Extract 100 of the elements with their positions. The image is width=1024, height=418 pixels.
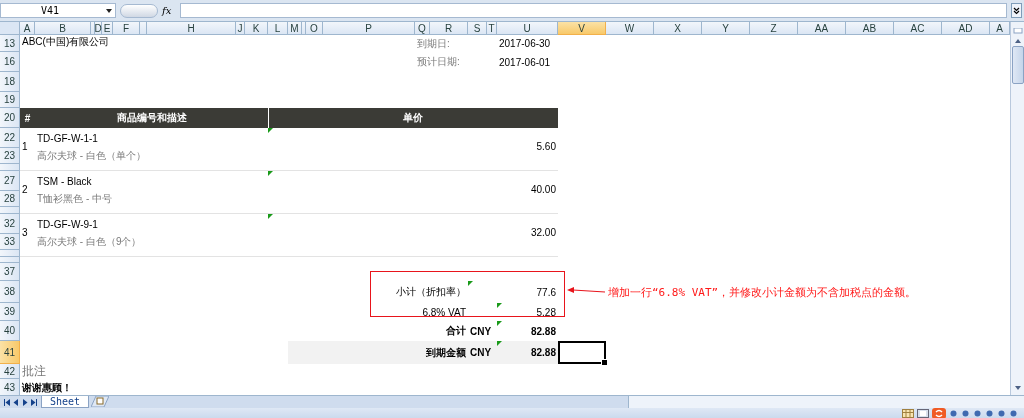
total-label: 合计 xyxy=(445,324,467,338)
row-header[interactable] xyxy=(0,207,20,214)
scroll-thumb[interactable] xyxy=(1011,46,1024,84)
column-header[interactable] xyxy=(302,22,306,35)
column-header[interactable]: AD xyxy=(942,22,990,35)
column-header[interactable]: L xyxy=(268,22,288,35)
total-value: 5.28 xyxy=(535,305,557,320)
column-header[interactable]: AB xyxy=(846,22,894,35)
item-number: 1 xyxy=(21,139,29,154)
row-header[interactable]: 19 xyxy=(0,92,20,108)
column-header[interactable]: K xyxy=(245,22,268,35)
item-code: TD-GF-W-1-1 xyxy=(36,131,99,146)
vertical-scrollbar[interactable] xyxy=(1010,22,1024,395)
notes-text: 谢谢惠顾！ xyxy=(21,380,73,395)
cell-marker-icon xyxy=(468,281,473,286)
column-header[interactable] xyxy=(140,22,147,35)
item-code: TD-GF-W-9-1 xyxy=(36,217,99,232)
item-number: 3 xyxy=(21,225,29,240)
item-code: TSM - Black xyxy=(36,174,93,189)
column-header[interactable]: Q xyxy=(415,22,430,35)
selected-cell[interactable] xyxy=(558,341,606,364)
annotation-text: 增加一行“6.8% VAT”，并修改小计金额为不含加税点的金额。 xyxy=(607,284,918,301)
column-header[interactable] xyxy=(91,22,95,35)
column-header[interactable]: U xyxy=(497,22,558,35)
column-header[interactable]: F xyxy=(113,22,140,35)
column-header[interactable]: E xyxy=(102,22,113,35)
collapse-handle[interactable] xyxy=(120,3,158,18)
dropdown-icon xyxy=(106,8,112,13)
column-header[interactable]: W xyxy=(606,22,654,35)
cell-marker-icon xyxy=(268,214,273,219)
column-header[interactable]: O xyxy=(306,22,323,35)
column-header[interactable]: AA xyxy=(798,22,846,35)
row-header[interactable]: 23 xyxy=(0,148,20,164)
row-header[interactable]: 41 xyxy=(0,341,20,364)
item-price: 5.60 xyxy=(535,139,557,154)
column-title: 单价 xyxy=(402,111,424,125)
name-box[interactable]: V41 xyxy=(0,3,116,18)
column-header[interactable]: V xyxy=(558,22,606,35)
column-header[interactable]: Z xyxy=(750,22,798,35)
item-description: 高尔夫球 - 白色（单个） xyxy=(36,149,147,163)
cell-marker-icon xyxy=(497,321,502,326)
row-header[interactable]: 37 xyxy=(0,263,20,281)
insert-sheet-icon[interactable] xyxy=(91,396,110,407)
sheet-nav-icon[interactable] xyxy=(4,398,10,406)
row-header[interactable] xyxy=(0,257,20,263)
scroll-down-icon[interactable] xyxy=(1013,385,1022,391)
cell-marker-icon xyxy=(497,341,502,346)
column-header[interactable]: A xyxy=(20,22,35,35)
expand-button[interactable] xyxy=(1011,3,1022,18)
notes-title: 批注 xyxy=(21,364,47,379)
insert-function-button[interactable]: fx xyxy=(162,5,176,16)
row-header[interactable]: 18 xyxy=(0,72,20,92)
sheet-nav-icon[interactable] xyxy=(31,398,37,406)
row-header[interactable]: 13 xyxy=(0,35,20,52)
column-header[interactable]: R xyxy=(430,22,468,35)
column-header[interactable]: Y xyxy=(702,22,750,35)
row-header[interactable] xyxy=(0,250,20,257)
formula-field[interactable] xyxy=(180,3,1007,18)
total-value: 77.6 xyxy=(535,285,557,300)
row-header[interactable]: 32 xyxy=(0,214,20,234)
date-value: 2017-06-01 xyxy=(498,55,552,70)
column-header[interactable]: A xyxy=(990,22,1010,35)
item-description: T恤衫黑色 - 中号 xyxy=(36,192,113,206)
date-label: 到期日: xyxy=(416,36,451,51)
company-name: ABC(中国)有限公司 xyxy=(21,35,111,49)
column-header[interactable]: S xyxy=(468,22,487,35)
row-header[interactable]: 43 xyxy=(0,379,20,395)
total-label: 到期金额 xyxy=(425,345,467,360)
page-layout-icon[interactable] xyxy=(917,409,929,418)
row-header[interactable]: 20 xyxy=(0,108,20,128)
sheet-tab[interactable]: Sheet xyxy=(41,396,90,408)
scroll-up-icon[interactable] xyxy=(1013,38,1022,44)
row-header[interactable]: 16 xyxy=(0,52,20,72)
row-header[interactable] xyxy=(0,164,20,171)
row-header[interactable]: 38 xyxy=(0,281,20,303)
column-header[interactable]: P xyxy=(323,22,415,35)
date-value: 2017-06-30 xyxy=(498,37,552,51)
row-header[interactable]: 28 xyxy=(0,191,20,207)
column-header[interactable]: B xyxy=(35,22,91,35)
column-header[interactable]: M xyxy=(288,22,302,35)
horizontal-scrollbar[interactable] xyxy=(628,396,1024,408)
annotation-arrow xyxy=(567,287,606,293)
row-header[interactable]: 33 xyxy=(0,234,20,250)
total-label: 6.8% VAT xyxy=(421,305,467,320)
fill-handle[interactable] xyxy=(601,359,608,366)
row-header[interactable]: 22 xyxy=(0,128,20,148)
item-number: 2 xyxy=(21,182,29,197)
normal-view-icon[interactable] xyxy=(902,409,914,418)
date-label: 预计日期: xyxy=(416,55,461,69)
row-header[interactable]: 42 xyxy=(0,364,20,379)
row-header[interactable]: 40 xyxy=(0,321,20,341)
column-header[interactable]: H xyxy=(147,22,236,35)
column-header[interactable]: X xyxy=(654,22,702,35)
cell-marker-icon xyxy=(268,171,273,176)
item-price: 40.00 xyxy=(529,182,557,197)
row-header[interactable]: 39 xyxy=(0,303,20,321)
input-method-logo[interactable] xyxy=(932,408,946,418)
column-header[interactable]: AC xyxy=(894,22,942,35)
row-header[interactable]: 27 xyxy=(0,171,20,191)
total-value: 82.88 xyxy=(529,346,557,360)
